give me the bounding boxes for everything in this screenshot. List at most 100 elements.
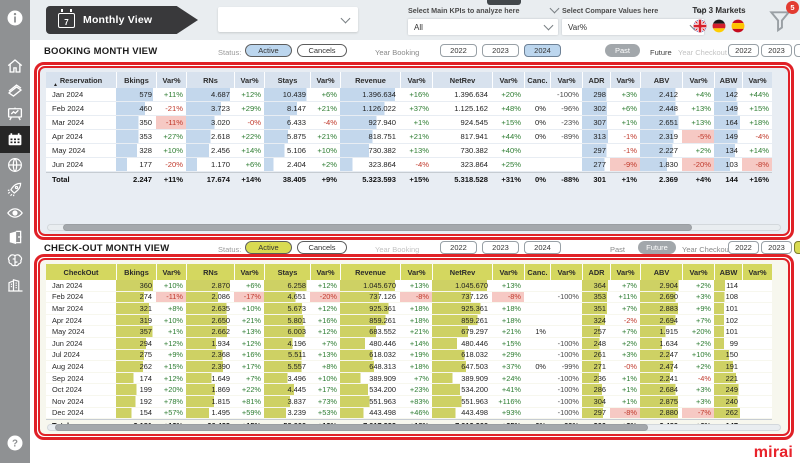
cell: -8% xyxy=(610,407,640,420)
cell: 313 xyxy=(582,130,610,144)
past-toggle[interactable]: Past xyxy=(610,245,625,254)
year-booking-2023-button[interactable]: 2023 xyxy=(482,44,519,57)
cell: 2.651 xyxy=(640,116,682,130)
year-checkout-2022-button[interactable]: 2022 xyxy=(728,241,759,254)
column-header-netrev-9[interactable]: NetRev xyxy=(432,264,492,280)
column-header-abw-17[interactable]: ABW xyxy=(714,264,742,280)
cell xyxy=(524,280,550,292)
cell: 142 xyxy=(714,88,742,102)
column-header-var-2[interactable]: Var% xyxy=(156,72,186,88)
column-header-stays-5[interactable]: Stays xyxy=(264,72,310,88)
future-toggle[interactable]: Future xyxy=(650,48,672,57)
cell: 262 xyxy=(714,407,742,420)
column-header-var-6[interactable]: Var% xyxy=(310,72,340,88)
cell: 2.618 xyxy=(186,130,234,144)
status-cancels-button[interactable]: Cancels xyxy=(297,241,347,254)
column-header-var-8[interactable]: Var% xyxy=(400,264,432,280)
column-header-var-14[interactable]: Var% xyxy=(610,72,640,88)
chart-board-icon[interactable] xyxy=(0,102,30,126)
column-header-rns-3[interactable]: RNs xyxy=(186,72,234,88)
checkout-horizontal-scrollbar[interactable] xyxy=(47,424,781,431)
view-selector-dropdown[interactable] xyxy=(218,7,358,32)
column-header-checkout[interactable]: CheckOut xyxy=(46,264,116,280)
column-header-var-6[interactable]: Var% xyxy=(310,264,340,280)
column-header-var-2[interactable]: Var% xyxy=(156,264,186,280)
column-header-adr-13[interactable]: ADR xyxy=(582,72,610,88)
cell: +13% xyxy=(234,326,264,338)
column-header-abv-15[interactable]: ABV xyxy=(640,72,682,88)
info-icon[interactable] xyxy=(0,6,30,30)
cell: 2.684 xyxy=(640,384,682,396)
cell: 2.404 xyxy=(264,158,310,172)
column-header-var-8[interactable]: Var% xyxy=(400,72,432,88)
brain-icon[interactable] xyxy=(0,249,30,273)
kpi-select[interactable]: All xyxy=(408,19,558,35)
past-toggle[interactable]: Past xyxy=(605,44,640,57)
column-header-var-10[interactable]: Var% xyxy=(492,72,524,88)
column-header-rns-3[interactable]: RNs xyxy=(186,264,234,280)
column-header-revenue-7[interactable]: Revenue xyxy=(340,264,400,280)
calendar-icon-active[interactable] xyxy=(0,126,30,153)
year-checkout-2024-button[interactable]: 2024 xyxy=(794,241,800,254)
future-toggle[interactable]: Future xyxy=(638,241,676,254)
cell: -4% xyxy=(400,158,432,172)
column-header-bkings-1[interactable]: Bkings xyxy=(116,264,156,280)
door-icon[interactable] xyxy=(0,225,30,249)
column-header-bkings-1[interactable]: Bkings xyxy=(116,72,156,88)
cell: +17% xyxy=(234,361,264,373)
status-active-button[interactable]: Active xyxy=(245,44,292,57)
home-icon[interactable] xyxy=(0,54,30,78)
cell xyxy=(524,314,550,327)
kpi-dropdown-label-row[interactable]: Select Main KPIs to analyze here xyxy=(408,3,560,16)
column-header-var-16[interactable]: Var% xyxy=(682,72,714,88)
year-checkout-2023-button[interactable]: 2023 xyxy=(761,44,792,57)
column-header-var-18[interactable]: Var% xyxy=(742,264,772,280)
column-header-abv-15[interactable]: ABV xyxy=(640,264,682,280)
cell: -1% xyxy=(610,130,640,144)
cell xyxy=(742,291,772,304)
scrollbar-thumb[interactable] xyxy=(62,224,693,231)
buildings-icon[interactable] xyxy=(0,273,30,297)
column-header-adr-13[interactable]: ADR xyxy=(582,264,610,280)
help-icon[interactable]: ? xyxy=(0,431,30,455)
column-header-var-12[interactable]: Var% xyxy=(550,72,582,88)
cell: 2.650 xyxy=(186,314,234,327)
year-booking-2022-button[interactable]: 2022 xyxy=(440,241,477,254)
column-header-var-14[interactable]: Var% xyxy=(610,264,640,280)
column-header-abw-17[interactable]: ABW xyxy=(714,72,742,88)
eye-icon[interactable] xyxy=(0,201,30,225)
column-header-canc.-11[interactable]: Canc. xyxy=(524,72,550,88)
cell: 730.382 xyxy=(340,144,400,158)
cell: 249 xyxy=(714,384,742,396)
column-header-netrev-9[interactable]: NetRev xyxy=(432,72,492,88)
rocket-icon[interactable] xyxy=(0,177,30,201)
row-label: Jun 2024 xyxy=(46,158,116,172)
year-booking-2024-button[interactable]: 2024 xyxy=(524,241,561,254)
year-booking-2022-button[interactable]: 2022 xyxy=(440,44,477,57)
booking-horizontal-scrollbar[interactable] xyxy=(47,224,781,231)
year-checkout-2022-button[interactable]: 2022 xyxy=(728,44,759,57)
scrollbar-thumb[interactable] xyxy=(55,424,649,431)
cell: +7% xyxy=(610,280,640,292)
year-booking-2023-button[interactable]: 2023 xyxy=(482,241,519,254)
column-header-canc.-11[interactable]: Canc. xyxy=(524,264,550,280)
column-header-var-12[interactable]: Var% xyxy=(550,264,582,280)
globe-icon[interactable] xyxy=(0,153,30,177)
year-checkout-2023-button[interactable]: 2023 xyxy=(761,241,792,254)
cell: 534.200 xyxy=(340,384,400,396)
book-icon[interactable] xyxy=(0,78,30,102)
cell: +6% xyxy=(610,102,640,116)
year-checkout-2024-button[interactable]: 2024 xyxy=(794,44,800,57)
column-header-var-10[interactable]: Var% xyxy=(492,264,524,280)
column-header-var-18[interactable]: Var% xyxy=(742,72,772,88)
column-header-reservation[interactable]: Reservation ▲ xyxy=(46,72,116,88)
status-cancels-button[interactable]: Cancels xyxy=(297,44,347,57)
column-header-revenue-7[interactable]: Revenue xyxy=(340,72,400,88)
status-active-button[interactable]: Active xyxy=(245,241,292,254)
cell: 3.723 xyxy=(186,102,234,116)
column-header-stays-5[interactable]: Stays xyxy=(264,264,310,280)
column-header-var-16[interactable]: Var% xyxy=(682,264,714,280)
year-booking-2024-button[interactable]: 2024 xyxy=(524,44,561,57)
column-header-var-4[interactable]: Var% xyxy=(234,72,264,88)
column-header-var-4[interactable]: Var% xyxy=(234,264,264,280)
